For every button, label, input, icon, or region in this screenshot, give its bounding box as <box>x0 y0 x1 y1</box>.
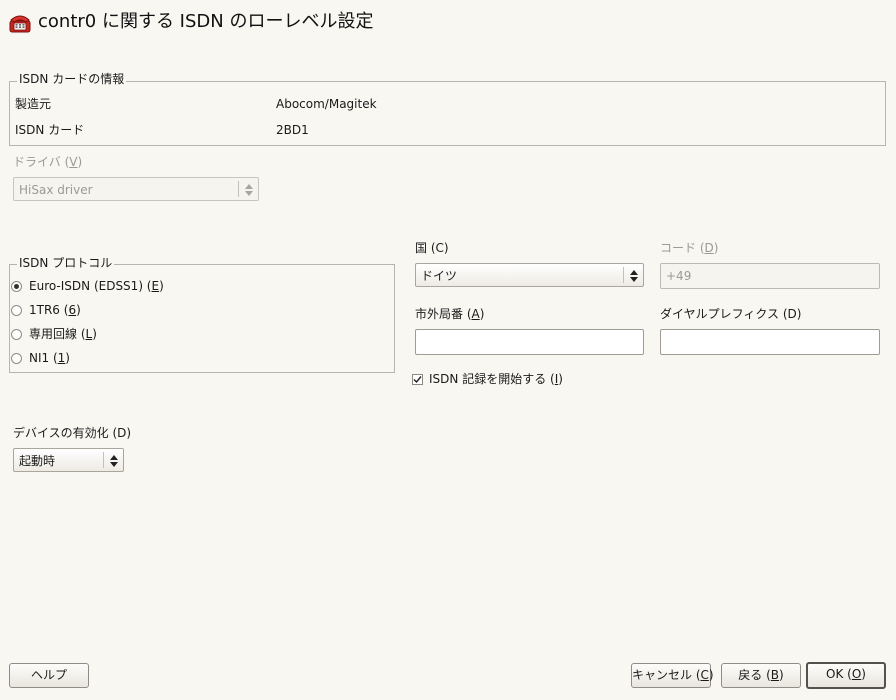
dial-prefix-field[interactable] <box>660 329 880 355</box>
checkmark-icon <box>413 376 422 384</box>
code-label: コード (D) <box>660 241 719 255</box>
device-activation-value: 起動時 <box>19 454 56 468</box>
card-info-group <box>9 81 886 146</box>
card-value: 2BD1 <box>276 123 309 137</box>
protocol-option-1tr6[interactable]: 1TR6 (6) <box>29 303 81 317</box>
card-label: ISDN カード <box>15 123 85 137</box>
country-select[interactable]: ドイツ <box>415 263 644 287</box>
updown-arrows-icon <box>630 270 638 282</box>
device-activation-select[interactable]: 起動時 <box>13 448 124 472</box>
isdn-log-label[interactable]: ISDN 記録を開始する (I) <box>429 372 563 386</box>
protocol-option-ni1[interactable]: NI1 (1) <box>29 351 70 365</box>
protocol-legend: ISDN プロトコル <box>17 256 115 270</box>
protocol-radio-euro-isdn[interactable] <box>11 281 22 292</box>
protocol-radio-leased-line[interactable] <box>11 329 22 340</box>
country-label: 国 (C) <box>415 241 449 255</box>
device-activation-label: デバイスの有効化 (D) <box>13 426 132 440</box>
area-code-field[interactable] <box>415 329 644 355</box>
protocol-radio-ni1[interactable] <box>11 353 22 364</box>
driver-label: ドライバ (V) <box>13 155 83 169</box>
code-field[interactable]: +49 <box>660 263 880 289</box>
driver-select-value: HiSax driver <box>19 183 93 197</box>
manufacturer-value: Abocom/Magitek <box>276 97 377 111</box>
help-button[interactable]: ヘルプ <box>9 663 89 688</box>
back-button[interactable]: 戻る (B) <box>721 663 801 688</box>
updown-arrows-icon <box>245 184 253 196</box>
protocol-option-leased-line[interactable]: 専用回線 (L) <box>29 327 97 341</box>
card-info-legend: ISDN カードの情報 <box>17 72 127 86</box>
protocol-option-euro-isdn[interactable]: Euro-ISDN (EDSS1) (E) <box>29 279 164 293</box>
area-code-label: 市外局番 (A) <box>415 307 485 321</box>
manufacturer-label: 製造元 <box>15 97 52 111</box>
cancel-button[interactable]: キャンセル (C) <box>631 663 714 688</box>
ok-button[interactable]: OK (O) <box>806 662 886 689</box>
driver-select[interactable]: HiSax driver <box>13 177 259 201</box>
updown-arrows-icon <box>110 455 118 467</box>
page-title: contr0 に関する ISDN のローレベル設定 <box>38 11 374 32</box>
phone-icon <box>9 11 31 33</box>
protocol-radio-1tr6[interactable] <box>11 305 22 316</box>
dial-prefix-label: ダイヤルプレフィクス (D) <box>660 307 802 321</box>
country-select-value: ドイツ <box>421 269 458 283</box>
isdn-log-checkbox[interactable] <box>412 374 423 385</box>
